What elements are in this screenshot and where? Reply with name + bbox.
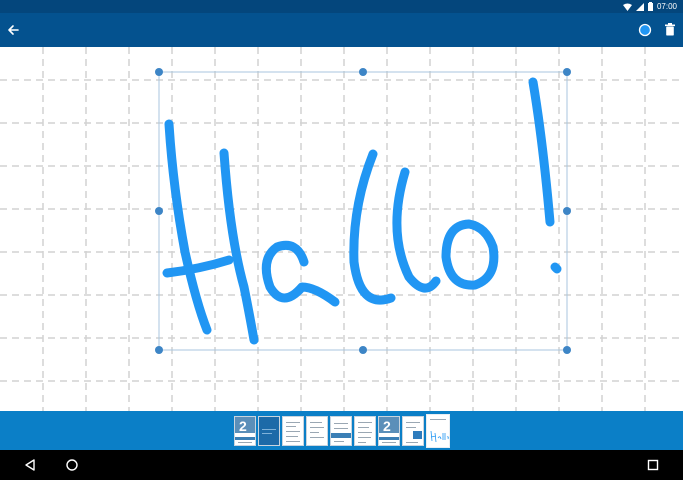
background-grid [0,47,683,411]
status-time: 07:00 [656,2,677,11]
battery-icon [647,2,653,11]
drawing-surface[interactable] [0,47,683,411]
page-thumbnail[interactable] [402,416,424,446]
thumbnail-drawing-preview [430,430,449,443]
handle-middle-left[interactable] [155,207,163,215]
recents-square-icon [647,459,659,471]
nav-recents-button[interactable] [645,457,661,473]
page-thumbnail[interactable] [306,416,328,446]
color-circle-icon [638,23,652,37]
page-thumbnail[interactable] [258,416,280,446]
delete-button[interactable] [663,22,677,38]
handle-bottom-right[interactable] [563,346,571,354]
page-thumbnail[interactable]: 2 [234,416,256,446]
selection-handles[interactable] [155,68,571,354]
navigation-bar [0,450,683,480]
status-bar: 07:00 [0,0,683,13]
back-triangle-icon [25,459,35,471]
page-thumbnail[interactable] [330,416,352,446]
back-button[interactable] [5,22,21,38]
page-thumbnail-strip[interactable]: 2 2 [0,411,683,450]
trash-icon [665,23,675,36]
app-bar [0,13,683,47]
page-thumbnail[interactable] [282,416,304,446]
handwriting-hallo[interactable] [162,77,562,345]
nav-home-button[interactable] [64,457,80,473]
handle-middle-right[interactable] [563,207,571,215]
arrow-back-icon [8,25,19,35]
handle-top-center[interactable] [359,68,367,76]
nav-back-button[interactable] [22,457,38,473]
handle-top-left[interactable] [155,68,163,76]
selection-frame[interactable] [158,71,568,351]
page-thumbnail[interactable]: 2 [378,416,400,446]
wifi-icon [622,3,632,11]
drawing-canvas[interactable] [0,47,683,411]
pen-color-button[interactable] [637,22,653,38]
handle-bottom-center[interactable] [359,346,367,354]
home-circle-icon [66,459,78,471]
page-thumbnail[interactable] [354,416,376,446]
handle-bottom-left[interactable] [155,346,163,354]
signal-icon [635,2,644,11]
page-thumbnail-selected[interactable] [426,414,450,448]
handle-top-right[interactable] [563,68,571,76]
